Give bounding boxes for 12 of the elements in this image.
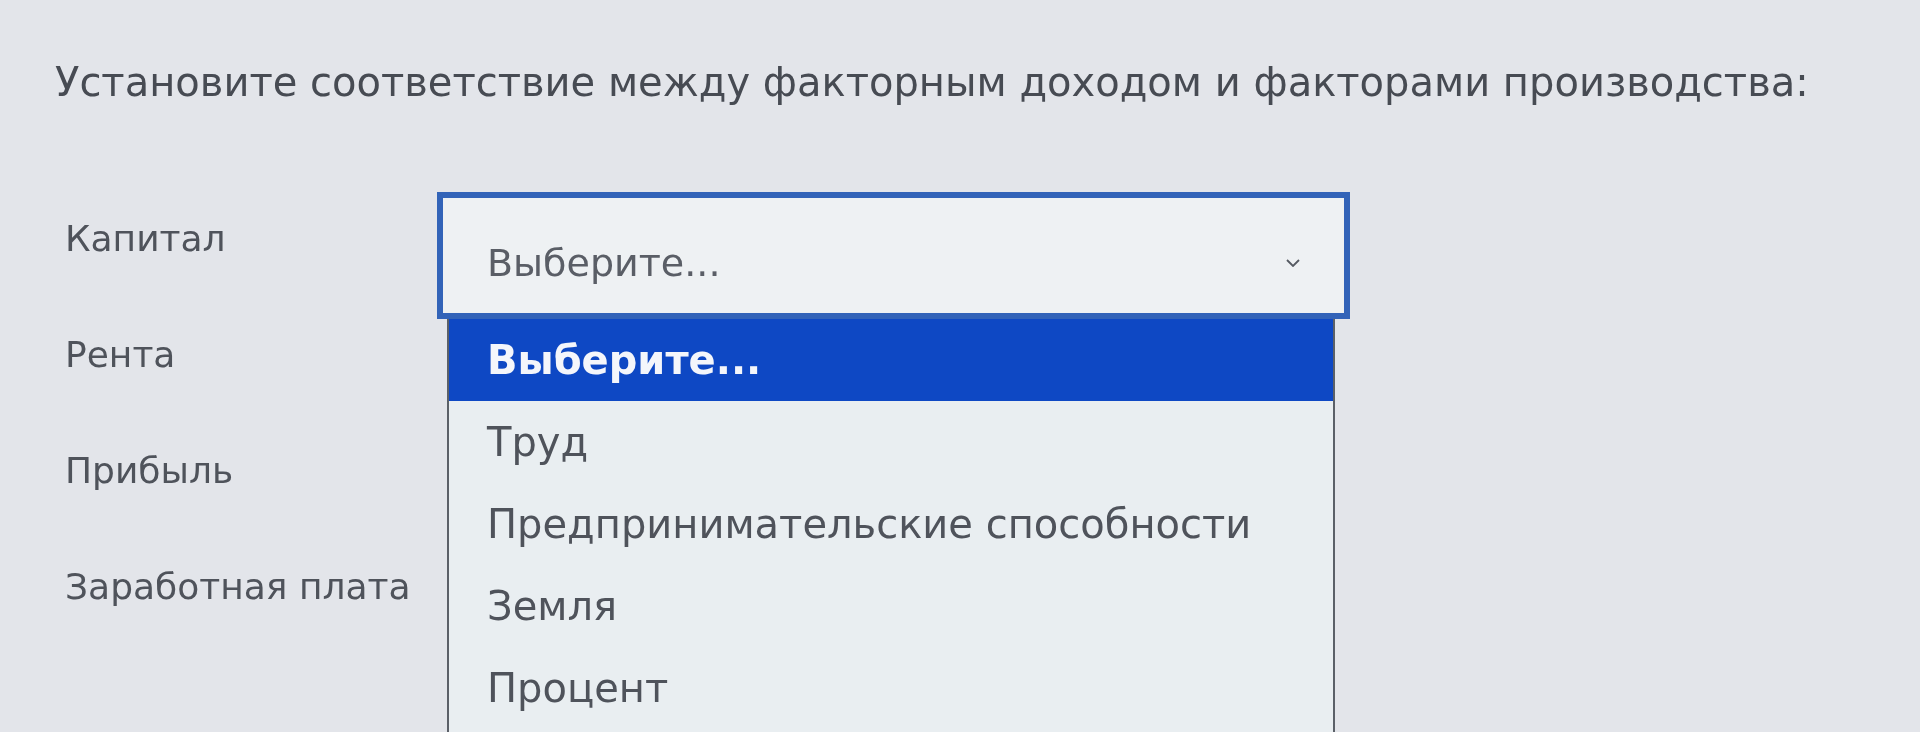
dropdown-option[interactable]: Труд (449, 401, 1333, 483)
chevron-down-icon (1286, 258, 1300, 267)
match-label: Прибыль (65, 449, 234, 493)
match-label: Капитал (65, 217, 226, 261)
dropdown-option[interactable]: Предпринимательские способности (449, 483, 1333, 565)
select-field[interactable]: Выберите... (437, 192, 1350, 319)
match-label: Заработная плата (65, 565, 411, 609)
dropdown-option[interactable]: Выберите... (449, 319, 1333, 401)
match-label: Рента (65, 333, 176, 377)
dropdown-option[interactable]: Земля (449, 565, 1333, 647)
question-text: Установите соответствие между факторным доходом и факторами производства: (55, 58, 1810, 106)
dropdown-option[interactable]: Процент (449, 647, 1333, 729)
